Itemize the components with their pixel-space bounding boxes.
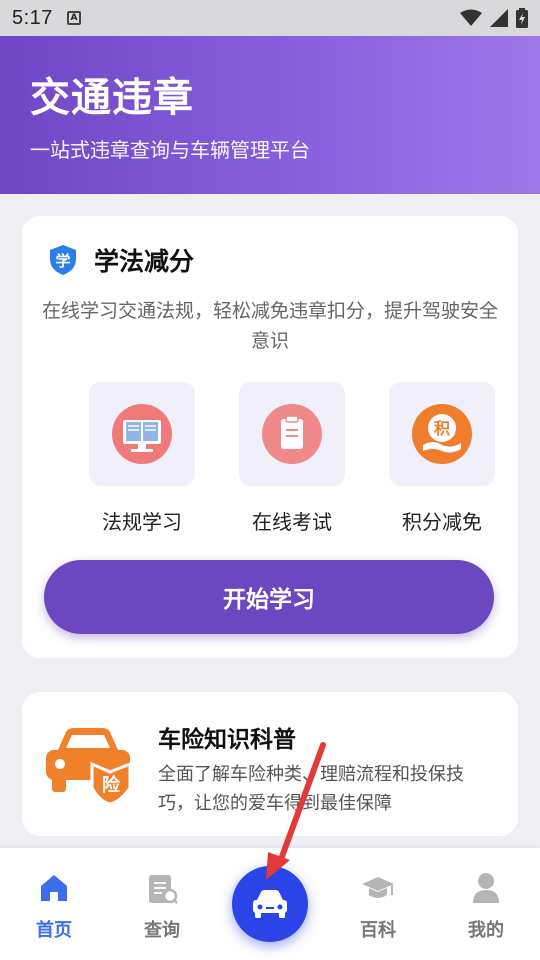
status-icons xyxy=(460,8,528,28)
feature-law-study[interactable]: 法规学习 xyxy=(77,382,207,535)
tab-mine[interactable]: 我的 xyxy=(446,870,526,942)
study-card-title: 学法减分 xyxy=(94,247,195,276)
battery-icon xyxy=(516,8,528,28)
feature-label: 法规学习 xyxy=(102,510,182,534)
book-icon xyxy=(112,404,172,464)
shield-badge-text: 学 xyxy=(55,252,70,270)
wifi-icon xyxy=(460,9,482,26)
car-icon xyxy=(253,890,287,918)
user-icon xyxy=(446,870,526,906)
feature-label: 积分减免 xyxy=(402,510,482,534)
insurance-card[interactable]: 险 车险知识科普 全面了解车险种类、理赔流程和投保技巧，让您的爱车得到最佳保障 xyxy=(22,692,518,836)
home-icon xyxy=(14,870,94,906)
graduation-cap-icon xyxy=(338,870,418,906)
page-title: 交通违章 xyxy=(30,75,194,121)
study-card-description: 在线学习交通法规，轻松减免违章扣分，提升驾驶安全意识 xyxy=(42,300,499,352)
page-subtitle: 一站式违章查询与车辆管理平台 xyxy=(30,138,310,162)
feature-box xyxy=(89,382,195,486)
study-card-header: 学 学法减分 xyxy=(48,242,194,278)
notification-icon: A xyxy=(66,11,81,25)
feature-label: 在线考试 xyxy=(252,510,332,534)
feature-box xyxy=(239,382,345,486)
tab-query[interactable]: 查询 xyxy=(122,870,202,942)
study-card: 学 学法减分 在线学习交通法规，轻松减免违章扣分，提升驾驶安全意识 法规学习 在… xyxy=(22,216,518,658)
tab-label: 首页 xyxy=(36,920,72,941)
exam-clipboard-icon xyxy=(262,404,322,464)
search-document-icon xyxy=(122,870,202,906)
coin-text: 积 xyxy=(434,419,450,438)
tab-encyclopedia[interactable]: 百科 xyxy=(338,870,418,942)
hero-header: 交通违章 一站式违章查询与车辆管理平台 xyxy=(0,36,540,194)
shield-icon: 学 xyxy=(50,245,76,275)
feature-points-reduction[interactable]: 积 积分减免 xyxy=(377,382,507,535)
tab-label: 百科 xyxy=(360,920,396,941)
feature-online-exam[interactable]: 在线考试 xyxy=(227,382,357,535)
status-time: 5:17 xyxy=(12,6,53,29)
center-car-button[interactable] xyxy=(232,866,308,942)
car-insurance-icon: 险 xyxy=(46,728,132,804)
insurance-card-description: 全面了解车险种类、理赔流程和投保技巧，让您的爱车得到最佳保障 xyxy=(158,764,464,814)
tab-home[interactable]: 首页 xyxy=(14,870,94,942)
tab-label: 查询 xyxy=(144,920,180,941)
start-study-button[interactable]: 开始学习 xyxy=(44,560,494,634)
insurance-badge-text: 险 xyxy=(102,774,121,796)
points-coin-icon: 积 xyxy=(412,404,472,464)
signal-icon xyxy=(490,9,508,27)
feature-box: 积 xyxy=(389,382,495,486)
status-bar: 5:17 A xyxy=(0,0,540,36)
insurance-card-title: 车险知识科普 xyxy=(158,727,296,753)
tab-label: 我的 xyxy=(468,920,504,941)
